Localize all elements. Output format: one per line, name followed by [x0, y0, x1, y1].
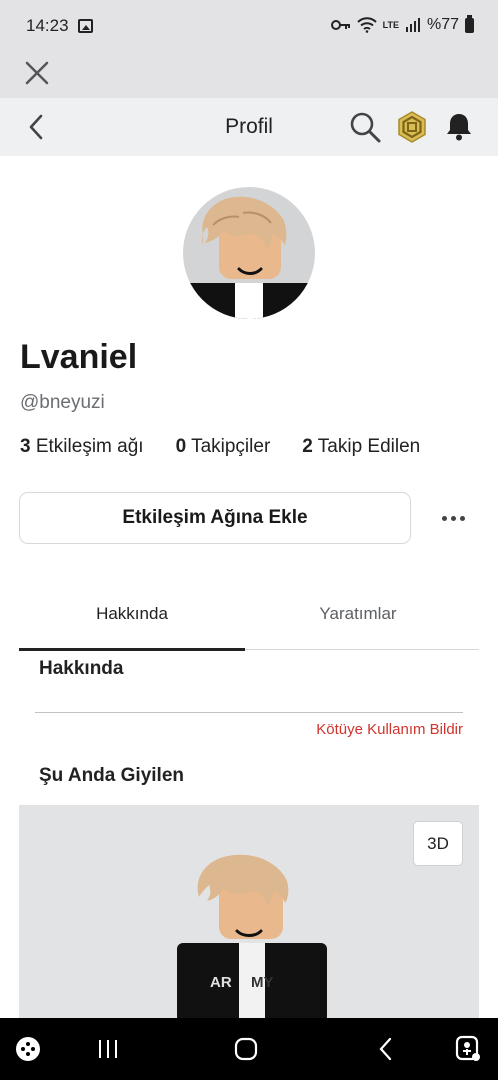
view-3d-button[interactable]: 3D	[413, 821, 463, 866]
lte-indicator: LTE	[382, 19, 399, 30]
stat-count: 3	[20, 436, 31, 457]
status-icons: LTE %77	[330, 14, 474, 34]
back-chevron-icon[interactable]	[22, 112, 52, 142]
home-icon[interactable]	[226, 1032, 266, 1066]
stat-count: 0	[175, 436, 187, 457]
game-launcher-icon[interactable]	[8, 1032, 48, 1066]
status-bar: 14:23 LTE %77	[0, 0, 498, 52]
recent-apps-icon[interactable]	[88, 1032, 128, 1066]
about-heading: Hakkında	[39, 658, 124, 679]
key-icon	[330, 20, 350, 30]
wifi-icon	[356, 17, 377, 33]
divider	[35, 712, 463, 713]
stat-followers[interactable]: 0 Takipçiler	[176, 436, 271, 458]
profile-tabs: Hakkında Yaratımlar	[19, 590, 479, 651]
accessibility-icon[interactable]	[448, 1032, 488, 1066]
image-icon	[78, 19, 93, 33]
battery-percent: %77	[426, 16, 459, 33]
avatar-image	[183, 196, 315, 319]
status-time: 14:23	[26, 16, 69, 35]
stat-label: Takipçiler	[191, 436, 271, 457]
browser-bar	[0, 52, 498, 98]
avatar-figure: AR MY	[177, 854, 327, 1020]
tab-creations[interactable]: Yaratımlar	[245, 590, 471, 650]
bell-icon[interactable]	[442, 110, 476, 144]
stat-count: 2	[302, 436, 313, 457]
shirt-text-left: AR	[210, 974, 232, 991]
shirt-text-right: MY	[251, 974, 274, 991]
app-header: Profil	[0, 98, 498, 156]
nav-back-icon[interactable]	[366, 1032, 406, 1066]
avatar[interactable]	[183, 187, 315, 319]
stat-following[interactable]: 2 Takip Edilen	[302, 436, 420, 458]
currency-icon[interactable]	[395, 110, 429, 144]
battery-icon	[465, 14, 474, 33]
stat-label: Takip Edilen	[317, 436, 421, 457]
tab-about[interactable]: Hakkında	[19, 590, 245, 651]
stat-connections[interactable]: 3 Etkileşim ağı	[20, 436, 144, 458]
avatar-preview[interactable]: AR MY 3D	[19, 805, 479, 1020]
username: @bneyuzi	[20, 392, 105, 413]
stat-label: Etkileşim ağı	[35, 436, 144, 457]
profile-stats: 3 Etkileşim ağı 0 Takipçiler 2 Takip Edi…	[20, 436, 452, 458]
search-icon[interactable]	[348, 110, 382, 144]
add-connection-button[interactable]: Etkileşim Ağına Ekle	[19, 492, 411, 544]
currently-wearing-heading: Şu Anda Giyilen	[39, 765, 184, 786]
close-icon[interactable]	[22, 58, 52, 88]
display-name: Lvaniel	[20, 338, 138, 376]
system-nav-bar	[0, 1018, 498, 1080]
signal-icon	[405, 18, 420, 32]
more-icon[interactable]	[436, 505, 470, 531]
report-abuse-link[interactable]: Kötüye Kullanım Bildir	[316, 721, 463, 738]
